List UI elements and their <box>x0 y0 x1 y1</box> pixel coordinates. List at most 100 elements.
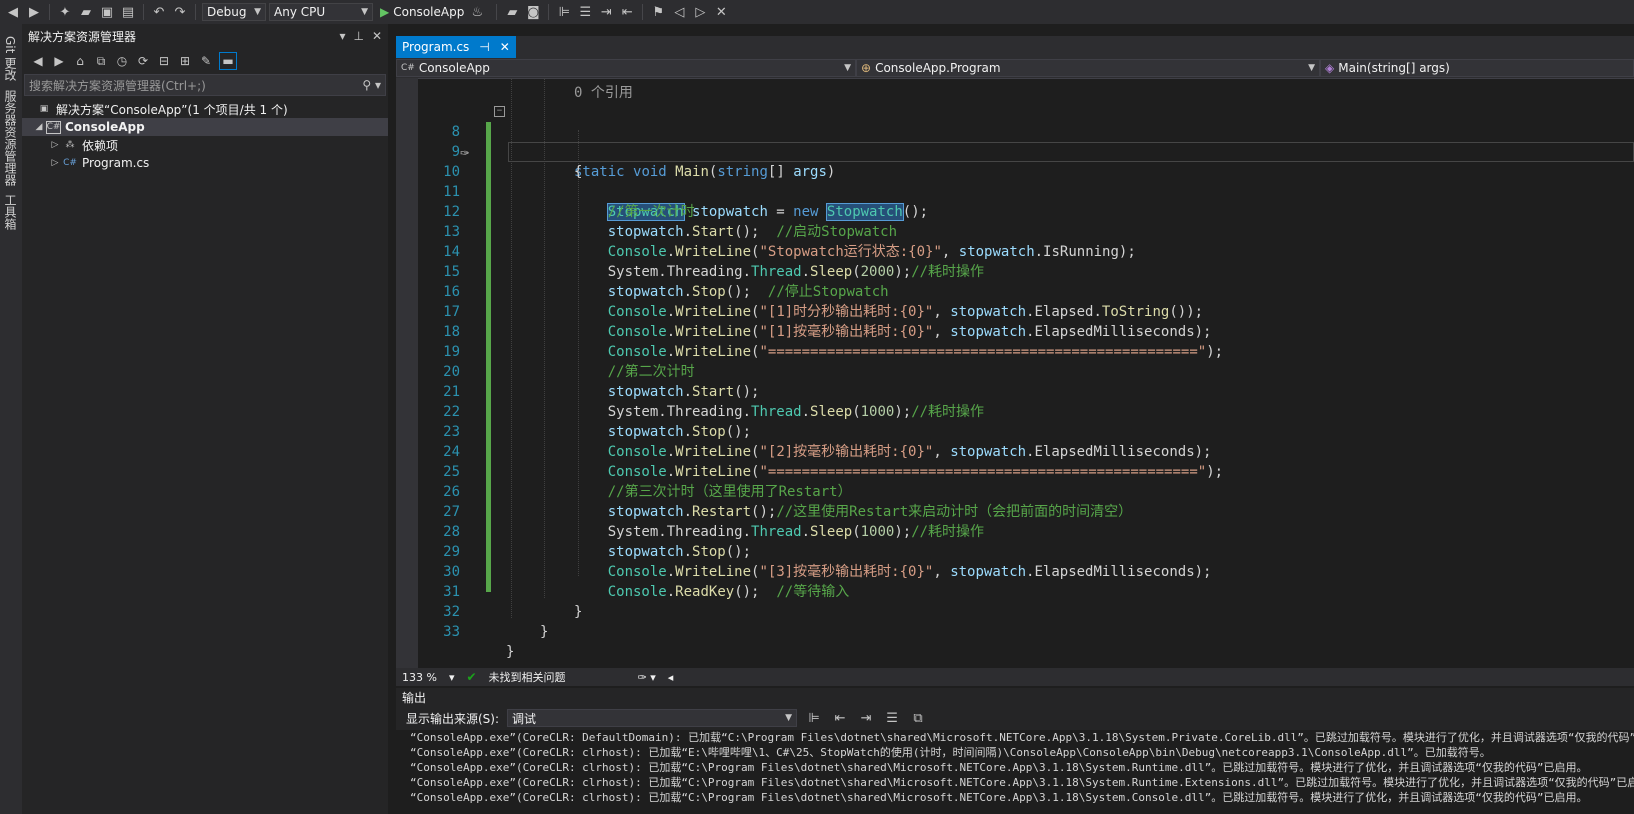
code-line: 29 Console.WriteLine("[3]按毫秒输出耗时:{0}", s… <box>396 522 1634 580</box>
show-all-files-icon[interactable]: ⊞ <box>177 53 193 69</box>
code-line: 14 System.Threading.Thread.Sleep(2000);/… <box>396 222 1634 280</box>
run-label: ConsoleApp <box>393 5 465 19</box>
code-line: 20 stopwatch.Start(); <box>396 342 1634 400</box>
solution-search-input[interactable]: 搜索解决方案资源管理器(Ctrl+;) ⚲ ▾ <box>24 74 386 96</box>
next-message-icon[interactable]: ⇥ <box>857 709 875 727</box>
start-debug-button[interactable]: ▶ ConsoleApp ♨ <box>376 3 490 21</box>
tree-item-dependencies[interactable]: ▷ ⁂ 依赖项 <box>22 136 388 154</box>
output-panel: 输出 显示输出来源(S): 调试 ▼ ⊫ ⇤ ⇥ ☰ ⧉ “ConsoleApp… <box>396 688 1634 814</box>
main-toolbar: ◀ ▶ ✦ ▰ ▣ ▤ ↶ ↷ Debug ▼ Any CPU ▼ ▶ Cons… <box>0 0 1634 24</box>
member-nav-select[interactable]: ◈ Main(string[] args) <box>1320 59 1634 77</box>
bookmark-prev-icon[interactable]: ◁ <box>670 3 688 21</box>
brush-icon[interactable]: ✑ ▾ <box>638 671 656 684</box>
forward-icon[interactable]: ▶ <box>25 3 43 21</box>
editor-status-strip: 133 % ▾ ✔ 未找到相关问题 ✑ ▾ ◂ <box>396 668 1634 686</box>
preview-icon[interactable]: ▬ <box>219 52 237 70</box>
bookmark-icon[interactable]: ⚑ <box>649 3 667 21</box>
sync-icon[interactable]: ⟳ <box>135 53 151 69</box>
clear-all-icon[interactable]: ☰ <box>883 709 901 727</box>
properties-icon[interactable]: ✎ <box>198 53 214 69</box>
dependencies-label: 依赖项 <box>82 138 119 153</box>
switch-views-icon[interactable]: ⧉ <box>93 53 109 69</box>
scroll-left-icon[interactable]: ◂ <box>668 671 674 684</box>
find-message-icon[interactable]: ⊫ <box>805 709 823 727</box>
pending-changes-icon[interactable]: ◷ <box>114 53 130 69</box>
code-line: 26 stopwatch.Restart();//这里使用Restart来启动计… <box>396 462 1634 520</box>
code-line: 25 //第三次计时（这里使用了Restart） <box>396 442 1634 500</box>
code-line: 28 stopwatch.Stop(); <box>396 502 1634 560</box>
forward-icon[interactable]: ▶ <box>51 53 67 69</box>
code-text: } <box>540 624 549 640</box>
collapsed-arrow-icon[interactable]: ▷ <box>48 140 62 150</box>
search-icon[interactable]: ⚲ ▾ <box>362 78 381 92</box>
bookmark-clear-icon[interactable]: ✕ <box>712 3 730 21</box>
close-icon[interactable]: ✕ <box>372 29 382 43</box>
chevron-down-icon[interactable]: ▾ <box>449 671 455 684</box>
undo-icon[interactable]: ↶ <box>150 3 168 21</box>
output-text[interactable]: “ConsoleApp.exe”(CoreCLR: DefaultDomain)… <box>396 730 1634 814</box>
chevron-down-icon: ▼ <box>844 63 851 73</box>
chevron-down-icon[interactable]: ▾ <box>339 29 345 43</box>
indent-icon[interactable]: ⇥ <box>597 3 615 21</box>
solution-label: 解决方案“ConsoleApp”(1 个项目/共 1 个) <box>56 102 288 117</box>
code-line: 21 System.Threading.Thread.Sleep(1000);/… <box>396 362 1634 420</box>
collapsed-arrow-icon[interactable]: ▷ <box>48 158 62 168</box>
code-line: 33 } <box>396 602 1634 660</box>
navigation-bar: C# ConsoleApp ▼ ⊕ ConsoleApp.Program ▼ ◈… <box>396 58 1634 79</box>
project-label: ConsoleApp <box>65 120 145 134</box>
output-line: “ConsoleApp.exe”(CoreCLR: clrhost): 已加载“… <box>410 761 1588 774</box>
output-source-select[interactable]: 调试 ▼ <box>507 709 798 727</box>
nav-member-value: Main(string[] args) <box>1338 61 1450 75</box>
close-icon[interactable]: ✕ <box>500 40 510 54</box>
quick-action-brush-icon[interactable]: ✑ <box>460 142 469 162</box>
issues-status[interactable]: 未找到相关问题 <box>489 669 566 685</box>
code-line: 30 Console.ReadKey(); //等待输入 <box>396 542 1634 600</box>
toolbox-tab[interactable]: 工具箱 <box>2 194 19 230</box>
code-editor[interactable]: 0 个引用 8 − static void Main(string[] args… <box>396 78 1634 668</box>
project-nav-select[interactable]: C# ConsoleApp ▼ <box>396 59 856 77</box>
align-icon[interactable]: ⊫ <box>555 3 573 21</box>
expanded-arrow-icon[interactable]: ◢ <box>32 122 46 132</box>
list-icon[interactable]: ☰ <box>576 3 594 21</box>
save-icon[interactable]: ▣ <box>98 3 116 21</box>
prev-message-icon[interactable]: ⇤ <box>831 709 849 727</box>
redo-icon[interactable]: ↷ <box>171 3 189 21</box>
code-line: 12 stopwatch.Start(); //启动Stopwatch <box>396 182 1634 240</box>
code-line: 23 Console.WriteLine("[2]按毫秒输出耗时:{0}", s… <box>396 402 1634 460</box>
csharp-file-icon: C# <box>63 158 77 168</box>
new-project-icon[interactable]: ✦ <box>56 3 74 21</box>
pin-icon[interactable]: ⊥ <box>353 29 363 43</box>
bookmark-next-icon[interactable]: ▷ <box>691 3 709 21</box>
back-icon[interactable]: ◀ <box>30 53 46 69</box>
server-explorer-tab[interactable]: 服务器资源管理器 <box>2 90 19 186</box>
back-icon[interactable]: ◀ <box>4 3 22 21</box>
open-folder-icon[interactable]: ▰ <box>77 3 95 21</box>
save-all-icon[interactable]: ▤ <box>119 3 137 21</box>
tree-item-solution[interactable]: ▣ 解决方案“ConsoleApp”(1 个项目/共 1 个) <box>22 100 388 118</box>
output-line: “ConsoleApp.exe”(CoreCLR: DefaultDomain)… <box>410 731 1634 744</box>
collapse-all-icon[interactable]: ⊟ <box>156 53 172 69</box>
nav-class-value: ConsoleApp.Program <box>875 61 1001 75</box>
platform-select[interactable]: Any CPU ▼ <box>269 3 373 21</box>
method-icon: ◈ <box>1325 61 1335 75</box>
home-icon[interactable]: ⌂ <box>72 53 88 69</box>
tab-program-cs[interactable]: Program.cs ⊣ ✕ <box>396 36 516 58</box>
toolbar-divider <box>195 4 196 20</box>
tree-item-project[interactable]: ◢ C# ConsoleApp <box>22 118 388 136</box>
camera-icon[interactable]: ◙ <box>524 3 542 21</box>
reference-count-codelens[interactable]: 0 个引用 <box>574 82 633 102</box>
collapse-icon[interactable]: − <box>494 106 505 117</box>
platform-value: Any CPU <box>274 5 326 19</box>
git-changes-tab[interactable]: Git 更改 <box>2 36 19 81</box>
hot-reload-icon[interactable]: ♨ <box>468 3 486 21</box>
pin-icon[interactable]: ⊣ <box>479 40 489 54</box>
configuration-select[interactable]: Debug ▼ <box>202 3 266 21</box>
class-nav-select[interactable]: ⊕ ConsoleApp.Program ▼ <box>856 59 1320 77</box>
outdent-icon[interactable]: ⇤ <box>618 3 636 21</box>
tree-item-program-cs[interactable]: ▷ C# Program.cs <box>22 154 388 172</box>
folder-icon[interactable]: ▰ <box>503 3 521 21</box>
search-placeholder: 搜索解决方案资源管理器(Ctrl+;) <box>29 78 206 93</box>
zoom-select[interactable]: 133 % <box>402 671 437 684</box>
word-wrap-icon[interactable]: ⧉ <box>909 709 927 727</box>
toolbar-divider <box>143 4 144 20</box>
